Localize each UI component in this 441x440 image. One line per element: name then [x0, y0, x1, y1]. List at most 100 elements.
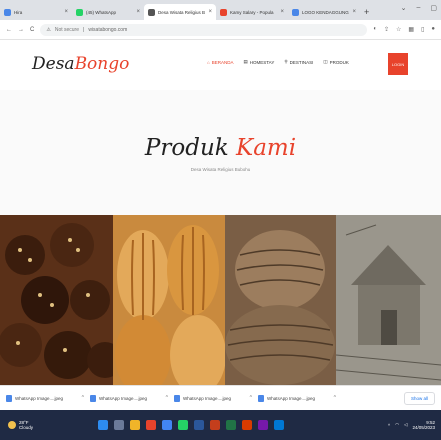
logo-part1: Desa	[32, 54, 75, 74]
weather-icon	[8, 421, 16, 429]
security-label: Not secure	[54, 26, 80, 33]
edge-icon[interactable]	[274, 420, 284, 430]
download-item[interactable]: WhatsApp Image....jpeg ^	[6, 394, 84, 402]
sidebar-icon[interactable]: ▯	[421, 26, 424, 33]
bag-icon: ◫	[323, 59, 328, 64]
nav-label: PRODUK	[329, 59, 349, 65]
downloads-bar: WhatsApp Image....jpeg ^ WhatsApp Image.…	[0, 385, 441, 410]
volume-icon[interactable]: ◁	[404, 422, 407, 428]
nav-label: BERANDA	[211, 59, 234, 65]
download-filename: WhatsApp Image....jpeg	[99, 395, 148, 401]
windows-start-icon[interactable]	[98, 420, 108, 430]
browser-tab[interactable]: (45) WhatsApp ×	[72, 4, 144, 20]
close-icon[interactable]: ×	[64, 9, 68, 15]
login-button[interactable]: LOGIN	[388, 53, 408, 75]
star-icon[interactable]: ☆	[396, 26, 401, 33]
image-file-icon	[258, 394, 264, 402]
extensions: ◐ ⇪ ☆ ▦ ▯ ●	[373, 26, 435, 33]
extension-icon[interactable]: ◐	[373, 26, 377, 33]
nav-item-beranda[interactable]: ⌂ BERANDA	[207, 59, 233, 65]
chevron-down-icon[interactable]: ⌄	[401, 4, 407, 12]
site-menu: ⌂ BERANDA ▤ HOMESTAY ⚲ DESTINASI ◫ PRODU…	[207, 59, 349, 65]
maximize-icon[interactable]: ▢	[430, 4, 437, 12]
puzzle-icon[interactable]: ▦	[408, 26, 414, 33]
chevron-up-icon[interactable]: ^	[334, 395, 336, 401]
close-icon[interactable]: ×	[208, 9, 212, 15]
logo-part2: Bongo	[74, 54, 130, 74]
excel-icon[interactable]	[226, 420, 236, 430]
nav-label: HOMESTAY	[249, 59, 275, 65]
page-title: Produk Kami	[0, 135, 441, 161]
image-file-icon	[90, 394, 96, 402]
weather-desc: Cloudy	[19, 425, 34, 430]
show-all-button[interactable]: Show all	[403, 391, 435, 405]
nav-item-produk[interactable]: ◫ PRODUK	[323, 59, 349, 65]
back-icon[interactable]: ←	[6, 27, 12, 33]
browser-tab-bar: Hira × (45) WhatsApp × Desa Wisata Relig…	[0, 0, 441, 20]
download-filename: WhatsApp Image....jpeg	[15, 395, 64, 401]
close-icon[interactable]: ×	[136, 9, 140, 15]
tab-title: Kamy Salary - Popula	[230, 9, 274, 15]
download-item[interactable]: WhatsApp Image....jpeg ^	[258, 394, 336, 402]
app-icon[interactable]	[258, 420, 268, 430]
product-gallery	[0, 215, 441, 385]
profile-icon[interactable]: ●	[431, 26, 435, 33]
home-icon: ⌂	[207, 59, 210, 65]
address-bar[interactable]: ⚠ Not secure | wisatabongo.com	[40, 23, 368, 36]
weather-widget[interactable]: 28°F Cloudy	[8, 420, 78, 430]
chevron-up-icon[interactable]: ^	[388, 423, 390, 428]
image-file-icon	[6, 394, 12, 402]
share-icon[interactable]: ⇪	[384, 26, 389, 33]
window-controls: ⌄ – ▢	[401, 4, 437, 12]
download-filename: WhatsApp Image....jpeg	[267, 395, 316, 401]
carving-illustration	[336, 215, 441, 385]
building-icon: ▤	[243, 59, 248, 64]
chevron-up-icon[interactable]: ^	[250, 395, 252, 401]
office-icon[interactable]	[146, 420, 156, 430]
url-text: wisatabongo.com	[88, 26, 128, 33]
product-image-cookies[interactable]	[0, 215, 113, 385]
chevron-up-icon[interactable]: ^	[82, 395, 84, 401]
taskbar-apps	[98, 420, 284, 430]
forward-icon[interactable]: →	[18, 27, 24, 33]
wifi-icon[interactable]: ◠	[395, 422, 399, 428]
browser-tab[interactable]: LOGO KENDAGGUNGO ×	[288, 4, 360, 20]
web-page: DesaBongo ⌂ BERANDA ▤ HOMESTAY ⚲ DESTINA…	[0, 40, 441, 385]
chrome-icon[interactable]	[162, 420, 172, 430]
product-image-carving[interactable]	[336, 215, 441, 385]
powerpoint-icon[interactable]	[210, 420, 220, 430]
download-item[interactable]: WhatsApp Image....jpeg ^	[90, 394, 168, 402]
nav-item-destinasi[interactable]: ⚲ DESTINASI	[284, 59, 313, 65]
woven-caps-illustration	[225, 230, 335, 385]
whatsapp-icon	[76, 8, 83, 16]
address-toolbar: ← → C ⚠ Not secure | wisatabongo.com ◐ ⇪…	[0, 20, 441, 40]
download-item[interactable]: WhatsApp Image....jpeg ^	[174, 394, 252, 402]
image-file-icon	[174, 394, 180, 402]
media-icon[interactable]	[242, 420, 252, 430]
word-icon[interactable]	[194, 420, 204, 430]
map-icon: ⚲	[284, 59, 288, 64]
whatsapp-taskbar-icon[interactable]	[178, 420, 188, 430]
product-image-cakes[interactable]	[113, 215, 225, 385]
new-tab-button[interactable]: +	[364, 7, 369, 17]
reload-icon[interactable]: C	[30, 27, 34, 33]
file-explorer-icon[interactable]	[130, 420, 140, 430]
browser-tab[interactable]: Kamy Salary - Popula ×	[216, 4, 288, 20]
site-logo[interactable]: DesaBongo	[32, 54, 129, 74]
product-image-caps[interactable]	[225, 215, 336, 385]
tab-favicon-icon	[4, 8, 11, 16]
url-separator: |	[83, 26, 85, 33]
cakes-illustration	[115, 225, 225, 385]
windows-taskbar: 28°F Cloudy ^ ◠ ◁ 9:52 24/05/2023	[0, 410, 441, 440]
tab-title: (45) WhatsApp	[86, 9, 117, 15]
minimize-icon[interactable]: –	[416, 4, 420, 12]
browser-tab[interactable]: Hira ×	[0, 4, 72, 20]
nav-item-homestay[interactable]: ▤ HOMESTAY	[243, 59, 274, 65]
browser-tab-active[interactable]: Desa Wisata Religius Bu ×	[144, 4, 216, 20]
search-icon[interactable]	[114, 420, 124, 430]
system-tray: ^ ◠ ◁ 9:52 24/05/2023	[388, 420, 435, 430]
close-icon[interactable]: ×	[280, 9, 284, 15]
chevron-up-icon[interactable]: ^	[166, 395, 168, 401]
close-icon[interactable]: ×	[352, 9, 356, 15]
title-part1: Produk	[144, 135, 229, 161]
